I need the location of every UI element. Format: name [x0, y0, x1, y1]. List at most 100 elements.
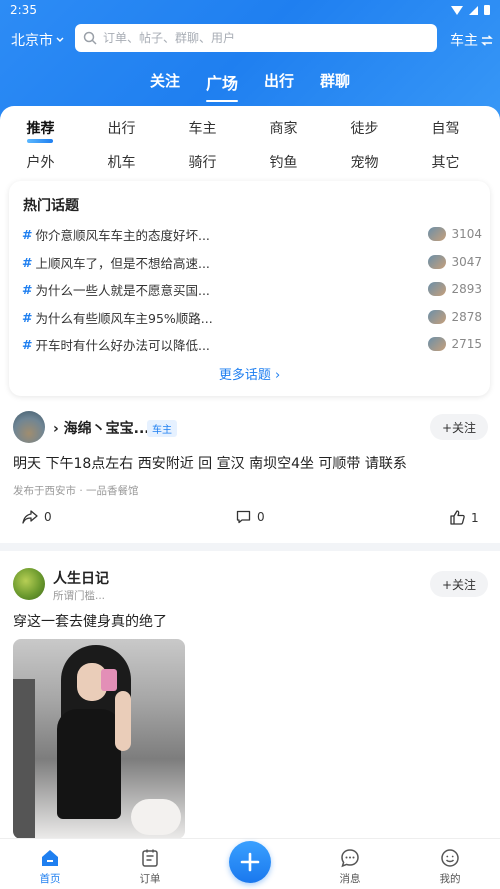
category-outdoor[interactable]: 户外: [0, 152, 81, 172]
nav-profile[interactable]: 我的: [420, 847, 480, 886]
hashtag-icon: #: [22, 281, 33, 297]
category-row-2: 户外 机车 骑行 钓鱼 宠物 其它: [0, 152, 500, 172]
tab-travel[interactable]: 出行: [264, 70, 294, 100]
post-author-name[interactable]: 人生日记: [53, 568, 109, 588]
participant-avatars: [428, 337, 446, 351]
participant-avatars: [428, 282, 446, 296]
main-tabs: 关注 广场 出行 群聊: [0, 70, 500, 102]
post-content[interactable]: 明天 下午18点左右 西安附近 回 宣汉 南坝空4坐 可顺带 请联系: [13, 453, 407, 473]
share-icon: [22, 510, 38, 524]
tab-follow[interactable]: 关注: [150, 70, 180, 100]
signal-icon: [469, 5, 478, 15]
city-label: 北京市: [11, 33, 53, 49]
category-fishing[interactable]: 钓鱼: [243, 152, 324, 172]
plus-icon: [240, 852, 260, 872]
category-merchant[interactable]: 商家: [243, 118, 324, 138]
hashtag-icon: #: [22, 226, 33, 242]
topic-item[interactable]: # 为什么有些顺风车主95%顺路... 2878: [22, 307, 482, 327]
comment-icon: [236, 510, 251, 524]
category-self-drive[interactable]: 自驾: [405, 118, 486, 138]
role-badge: 车主: [147, 420, 177, 437]
category-other[interactable]: 其它: [405, 152, 486, 172]
switch-icon: [481, 34, 493, 46]
feed-post: › 海绵丶宝宝... 车主 +关注 明天 下午18点左右 西安附近 回 宣汉 南…: [0, 403, 500, 543]
hot-topics-title: 热门话题: [23, 198, 79, 214]
avatar[interactable]: [13, 568, 45, 600]
topic-count: 3104: [451, 227, 482, 241]
category-cycling[interactable]: 骑行: [162, 152, 243, 172]
hot-topics-card: 热门话题 # 你介意顺风车车主的态度好坏... 3104 # 上顺风车了，但是不…: [9, 181, 490, 396]
share-action[interactable]: 0: [22, 510, 52, 524]
topic-text: 为什么有些顺风车主95%顺路...: [35, 310, 213, 326]
search-input[interactable]: [103, 31, 403, 45]
wifi-icon: [451, 5, 463, 15]
category-hiking[interactable]: 徒步: [324, 118, 405, 138]
profile-icon: [441, 849, 459, 867]
like-action[interactable]: 1: [450, 510, 479, 525]
topic-item[interactable]: # 为什么一些人就是不愿意买国... 2893: [22, 279, 482, 299]
category-motorcycle[interactable]: 机车: [81, 152, 162, 172]
city-selector[interactable]: 北京市: [11, 30, 64, 50]
hashtag-icon: #: [22, 336, 33, 352]
participant-avatars: [428, 310, 446, 324]
follow-button[interactable]: +关注: [430, 571, 488, 597]
post-author-signature: 所谓门槛...: [53, 590, 106, 602]
battery-icon: [484, 5, 490, 15]
topic-item[interactable]: # 开车时有什么好办法可以降低... 2715: [22, 334, 482, 354]
nav-label: 我的: [439, 873, 461, 885]
post-content[interactable]: 穿这一套去健身真的绝了: [13, 611, 167, 631]
post-author-name[interactable]: › 海绵丶宝宝...: [53, 418, 150, 438]
status-time: 2:35: [10, 3, 37, 17]
more-topics-link[interactable]: 更多话题 ›: [9, 364, 490, 383]
search-icon: [83, 31, 97, 45]
category-pets[interactable]: 宠物: [324, 152, 405, 172]
home-icon: [42, 850, 58, 866]
hashtag-icon: #: [22, 254, 33, 270]
role-switch[interactable]: 车主: [450, 30, 493, 50]
post-image[interactable]: [13, 639, 185, 839]
thumbs-up-icon: [450, 510, 465, 525]
order-icon: [142, 849, 158, 867]
topic-count: 2715: [451, 337, 482, 351]
status-icons: [451, 5, 490, 15]
create-post-button[interactable]: [229, 841, 271, 883]
feed-post: 人生日记 所谓门槛... +关注 穿这一套去健身真的绝了: [0, 551, 500, 841]
topic-count: 2893: [451, 282, 482, 296]
participant-avatars: [428, 227, 446, 241]
comment-count: 0: [257, 510, 265, 524]
nav-messages[interactable]: 消息: [320, 847, 380, 886]
comment-action[interactable]: 0: [236, 510, 265, 524]
message-icon: [341, 849, 359, 868]
topic-item[interactable]: # 你介意顺风车车主的态度好坏... 3104: [22, 224, 482, 244]
chevron-down-icon: [56, 37, 64, 42]
avatar[interactable]: [13, 411, 45, 443]
category-travel[interactable]: 出行: [81, 118, 162, 138]
hashtag-icon: #: [22, 309, 33, 325]
status-bar: 2:35: [0, 0, 500, 20]
topic-text: 开车时有什么好办法可以降低...: [35, 337, 210, 353]
like-count: 1: [471, 510, 479, 525]
category-recommend[interactable]: 推荐: [0, 118, 81, 143]
category-row-1: 推荐 出行 车主 商家 徒步 自驾: [0, 118, 500, 143]
photo-figure-leg: [131, 799, 181, 835]
photo-phone: [101, 669, 117, 691]
topic-text: 为什么一些人就是不愿意买国...: [35, 282, 210, 298]
follow-button[interactable]: +关注: [430, 414, 488, 440]
post-location: 发布于西安市 · 一品香餐馆: [13, 485, 139, 497]
role-label: 车主: [450, 33, 478, 49]
tab-group-chat[interactable]: 群聊: [320, 70, 350, 100]
topic-count: 2878: [451, 310, 482, 324]
topic-item[interactable]: # 上顺风车了，但是不想给高速... 3047: [22, 252, 482, 272]
topic-text: 你介意顺风车车主的态度好坏...: [35, 227, 210, 243]
nav-orders[interactable]: 订单: [120, 847, 180, 886]
search-box[interactable]: [75, 24, 437, 52]
photo-figure-arm: [115, 691, 131, 751]
tab-square[interactable]: 广场: [205, 70, 239, 102]
top-bar: 北京市 车主: [0, 24, 500, 54]
topic-text: 上顺风车了，但是不想给高速...: [35, 255, 210, 271]
share-count: 0: [44, 510, 52, 524]
nav-home[interactable]: 首页: [20, 847, 80, 886]
category-car-owner[interactable]: 车主: [162, 118, 243, 138]
gym-machine: [13, 679, 35, 839]
photo-figure-body: [57, 709, 121, 819]
